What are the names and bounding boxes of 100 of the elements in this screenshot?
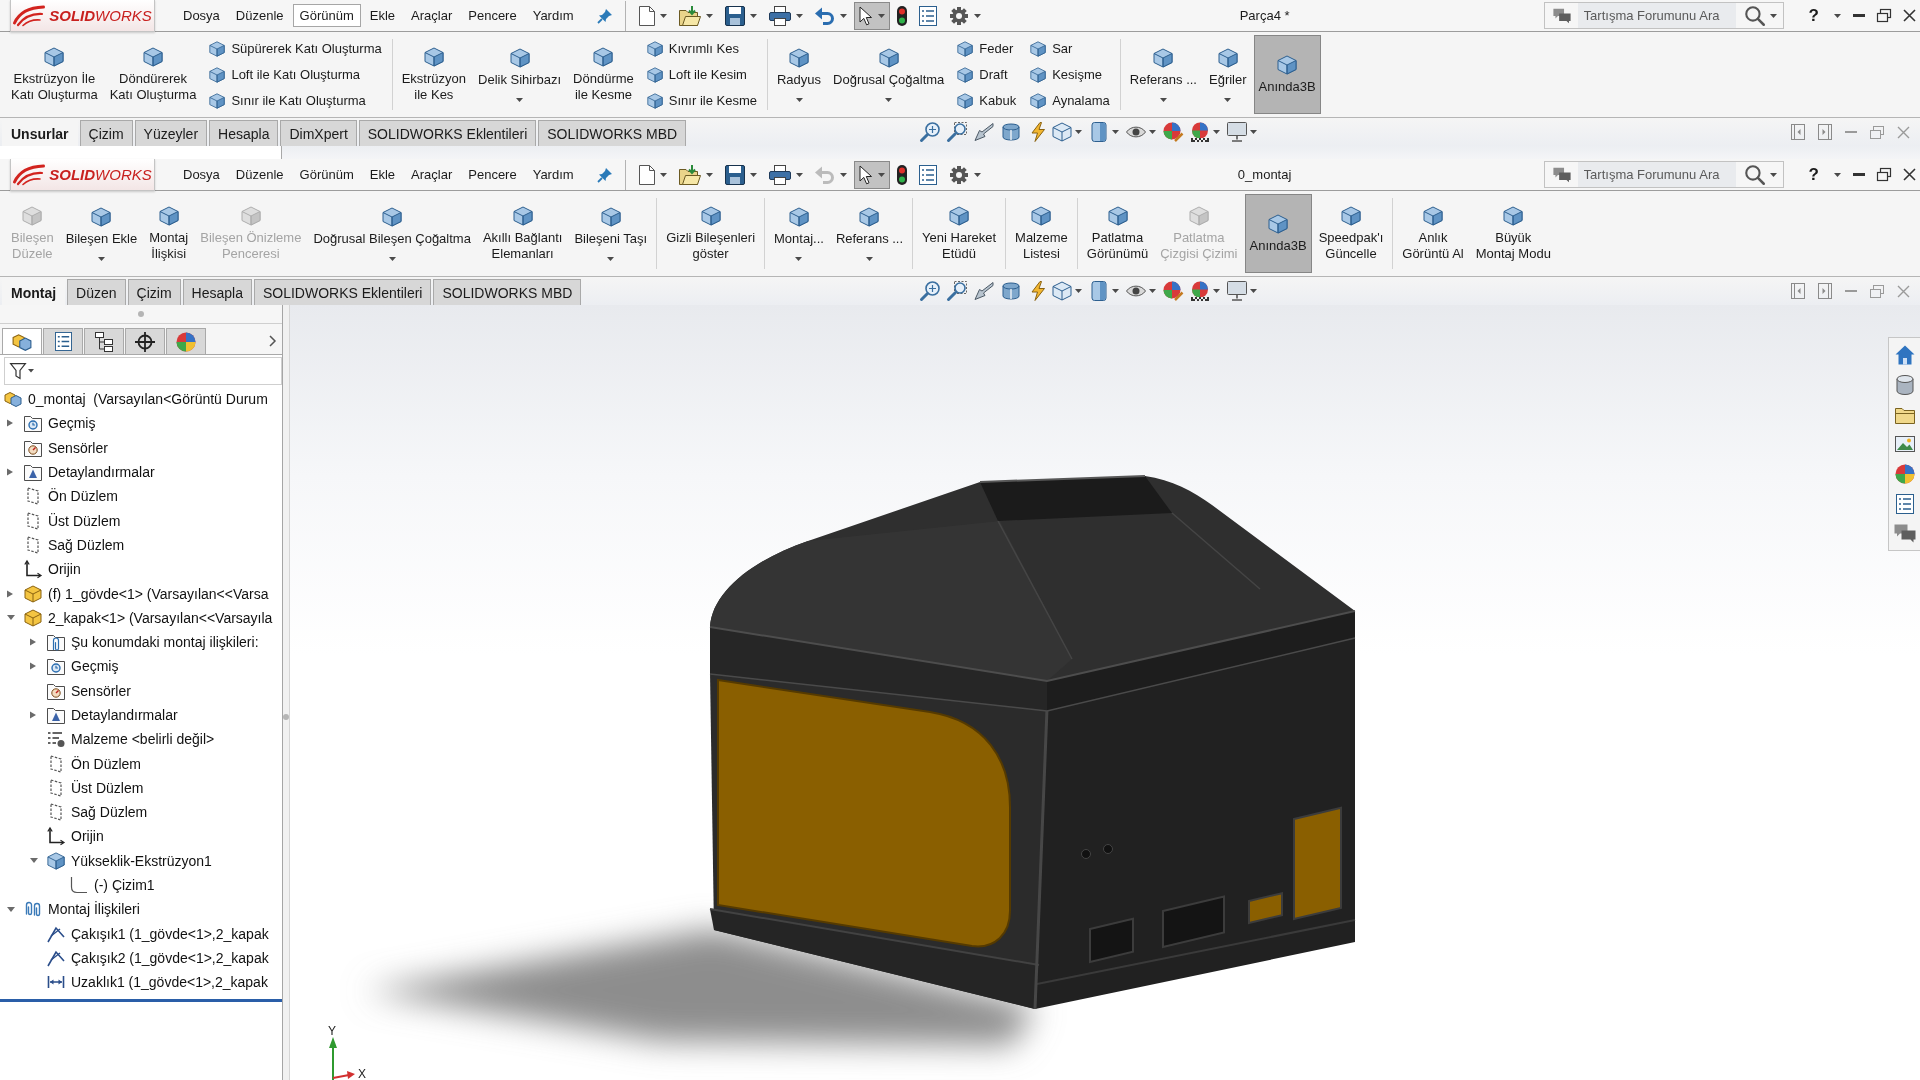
panel-tab[interactable] — [84, 328, 124, 354]
caret-icon[interactable] — [877, 172, 885, 177]
ribbon-button[interactable]: Aynalama — [1026, 90, 1114, 111]
caret-icon[interactable] — [1213, 130, 1220, 134]
menu-item[interactable]: Görünüm — [292, 4, 361, 27]
expand-arrow-icon[interactable] — [7, 468, 13, 477]
expand-arrow-icon[interactable] — [30, 662, 36, 671]
open-folder-icon[interactable] — [678, 5, 701, 26]
menu-item[interactable]: Araçlar — [404, 4, 460, 27]
caret-icon[interactable] — [795, 97, 803, 102]
tree-item[interactable]: Ön Düzlem — [48, 488, 119, 505]
tab[interactable]: Hesapla — [209, 120, 279, 146]
caret-icon[interactable] — [839, 13, 847, 18]
ribbon-button[interactable]: Ekstrüzyon ile Kes — [396, 35, 471, 114]
splitter-handle-icon[interactable] — [138, 311, 144, 317]
pin-icon[interactable] — [596, 166, 613, 183]
ribbon-button[interactable]: Loft ile Katı Oluşturma — [205, 64, 386, 85]
ribbon-button[interactable]: Akıllı Bağlantı Elemanları — [477, 194, 568, 273]
ribbon-button[interactable]: Anında3B — [1244, 194, 1312, 273]
cursor-icon[interactable] — [858, 164, 873, 185]
ribbon-button[interactable]: Doğrusal Çoğaltma — [828, 35, 950, 114]
pin-icon[interactable] — [596, 7, 613, 24]
tree-item[interactable]: Sağ Düzlem — [71, 804, 148, 821]
lightning-icon[interactable] — [1028, 122, 1045, 142]
cube-icon[interactable] — [1052, 281, 1072, 301]
caret-icon[interactable] — [795, 256, 803, 261]
color-ball-pencil-icon[interactable] — [1163, 122, 1183, 142]
magnifier-frame-icon[interactable] — [947, 281, 967, 301]
printer-icon[interactable] — [768, 164, 791, 185]
ribbon-button[interactable]: Radyus — [771, 35, 827, 114]
list-icon[interactable] — [1895, 494, 1914, 514]
caret-icon[interactable] — [705, 13, 713, 18]
expand-arrow-icon[interactable] — [7, 419, 13, 428]
caret-icon[interactable] — [749, 172, 757, 177]
tree-item[interactable]: Malzeme <belirli değil> — [71, 731, 215, 748]
ribbon-button[interactable]: Referans ... — [1124, 35, 1202, 114]
expand-arrow-icon[interactable] — [7, 615, 15, 621]
ribbon-button[interactable]: Doğrusal Bileşen Çoğaltma — [308, 194, 476, 273]
caret-icon[interactable] — [1075, 289, 1082, 293]
folder-icon[interactable] — [1894, 405, 1915, 424]
caret-icon[interactable] — [795, 172, 803, 177]
traffic-light-icon[interactable] — [896, 5, 907, 26]
ribbon-button[interactable]: Loft ile Kesim — [642, 64, 761, 85]
cube-icon[interactable] — [1052, 122, 1072, 142]
close-icon[interactable] — [1903, 9, 1916, 22]
ribbon-button[interactable]: Sınır ile Katı Oluşturma — [205, 90, 386, 111]
lightning-icon[interactable] — [1028, 281, 1045, 301]
menu-item[interactable]: Ekle — [362, 4, 403, 27]
tree-item[interactable]: Detaylandırmalar — [71, 707, 178, 723]
tab[interactable]: Yüzeyler — [134, 120, 208, 146]
dock-right-icon[interactable] — [1818, 283, 1832, 299]
ribbon-button[interactable]: Anında3B — [1253, 35, 1321, 114]
menu-item[interactable]: Düzenle — [228, 163, 291, 186]
caret-icon[interactable] — [795, 13, 803, 18]
caret-icon[interactable] — [388, 256, 396, 261]
caret-icon[interactable] — [885, 97, 893, 102]
caret-icon[interactable] — [877, 13, 885, 18]
chat-icon[interactable] — [1893, 524, 1916, 543]
printer-icon[interactable] — [768, 5, 791, 26]
ribbon-button[interactable]: Feder — [953, 38, 1021, 59]
caret-icon[interactable] — [607, 256, 615, 261]
restore-icon[interactable] — [1877, 168, 1891, 181]
expand-arrow-icon[interactable] — [30, 638, 36, 647]
tree-item[interactable]: Ön Düzlem — [71, 755, 142, 772]
help-button[interactable]: ? — [1805, 163, 1822, 186]
caret-icon[interactable] — [97, 256, 105, 261]
caret-icon[interactable] — [973, 13, 981, 18]
color-ball-icon[interactable] — [1190, 281, 1210, 301]
cursor-icon[interactable] — [858, 5, 873, 26]
home-icon[interactable] — [1894, 345, 1915, 365]
expand-arrow-icon[interactable] — [30, 711, 36, 719]
menu-item[interactable]: Araçlar — [404, 163, 460, 186]
tab[interactable]: SOLIDWORKS MBD — [538, 120, 687, 146]
tree-item[interactable]: Montaj İlişkileri — [48, 901, 140, 918]
color-ball-icon[interactable] — [1894, 464, 1915, 484]
tree-item[interactable]: Geçmiş — [48, 415, 96, 432]
undo-arrow-icon[interactable] — [814, 6, 835, 25]
tab[interactable]: SOLIDWORKS Eklentileri — [358, 120, 537, 146]
toolbar-button[interactable] — [853, 160, 890, 189]
caret-icon[interactable] — [1149, 130, 1156, 134]
tab[interactable]: DimXpert — [280, 120, 357, 146]
tab[interactable]: Düzen — [67, 279, 126, 305]
magnifier-icon[interactable] — [920, 281, 940, 301]
rollback-bar[interactable] — [0, 999, 282, 1003]
ribbon-button[interactable]: Bileşen Ekle — [60, 194, 143, 273]
ribbon-button[interactable]: Döndürerek Katı Oluşturma — [104, 35, 202, 114]
dock-right-icon[interactable] — [1818, 124, 1832, 140]
restore-icon[interactable] — [1877, 9, 1891, 22]
panel-tab[interactable] — [125, 328, 165, 354]
chevron-right-icon[interactable] — [269, 335, 276, 347]
caret-icon[interactable] — [659, 172, 667, 177]
tree-item[interactable]: (-) Çizim1 — [94, 877, 155, 894]
tree-item[interactable]: Sensörler — [48, 439, 108, 456]
filter-field[interactable] — [4, 357, 282, 385]
tree-item[interactable]: 2_kapak<1> (Varsayılan<<Varsayıla — [48, 609, 273, 626]
list-icon[interactable] — [918, 164, 937, 185]
cylinder-icon[interactable] — [1001, 281, 1021, 301]
traffic-light-icon[interactable] — [896, 164, 907, 185]
blank-page-icon[interactable] — [638, 5, 655, 26]
caret-icon[interactable] — [1224, 97, 1232, 102]
